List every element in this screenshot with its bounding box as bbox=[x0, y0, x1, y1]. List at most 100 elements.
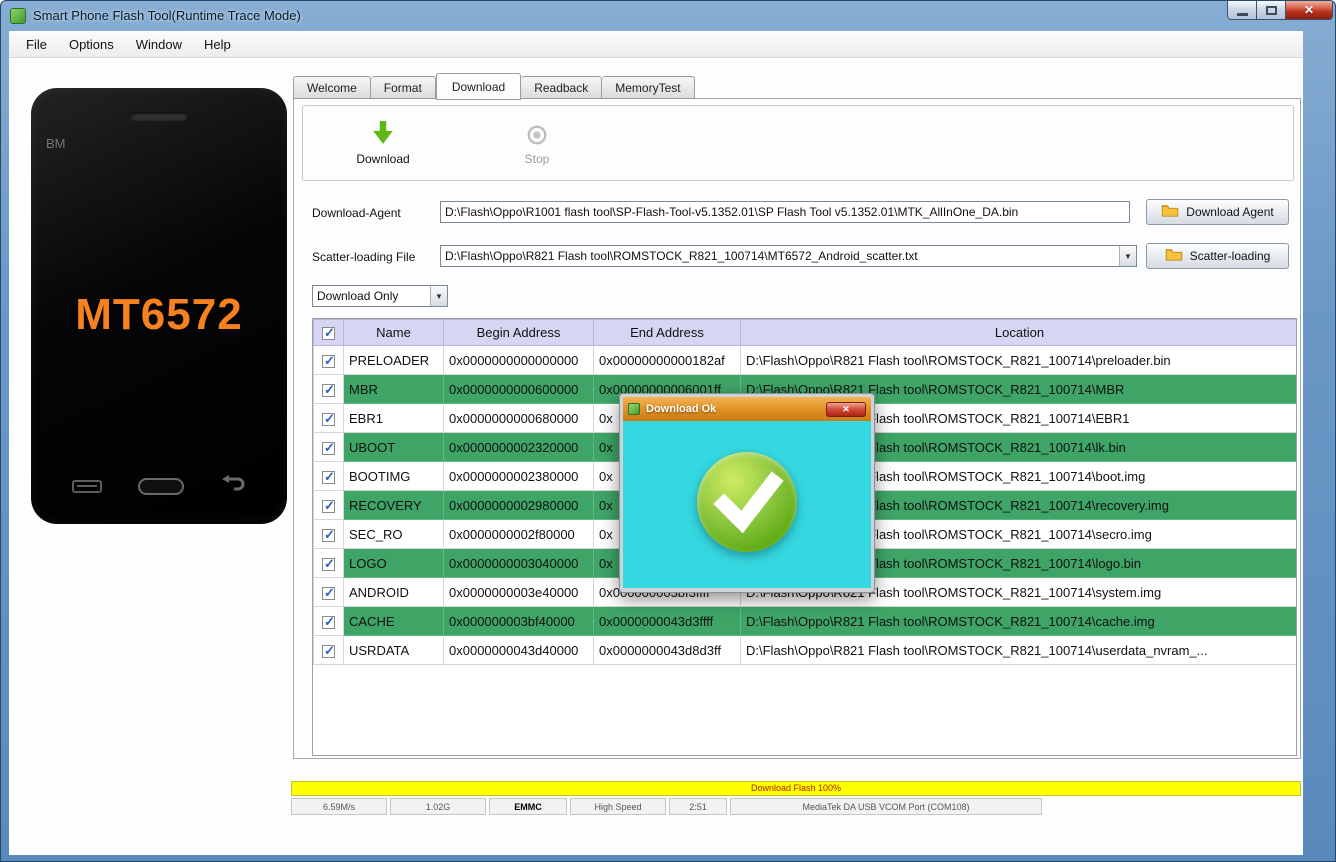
row-checkbox[interactable] bbox=[322, 440, 335, 456]
row-checkbox[interactable] bbox=[322, 585, 335, 601]
column-header-begin-address[interactable]: Begin Address bbox=[443, 319, 594, 346]
row-checkbox-cell[interactable] bbox=[313, 374, 344, 404]
row-begin-address: 0x0000000003040000 bbox=[443, 548, 594, 578]
titlebar[interactable]: Smart Phone Flash Tool(Runtime Trace Mod… bbox=[1, 1, 1335, 31]
download-agent-button-label: Download Agent bbox=[1186, 205, 1274, 219]
row-checkbox-cell[interactable] bbox=[313, 403, 344, 433]
minimize-icon bbox=[1236, 12, 1248, 16]
table-row[interactable]: CACHE0x000000003bf400000x0000000043d3fff… bbox=[313, 606, 1296, 636]
row-name: EBR1 bbox=[343, 403, 444, 433]
scatter-loading-button[interactable]: Scatter-loading bbox=[1146, 243, 1289, 269]
download-icon bbox=[341, 117, 425, 147]
row-checkbox[interactable] bbox=[322, 353, 335, 369]
row-checkbox-cell[interactable] bbox=[313, 490, 344, 520]
row-checkbox[interactable] bbox=[322, 382, 335, 398]
row-begin-address: 0x0000000002980000 bbox=[443, 490, 594, 520]
toolbar-group: Download Stop bbox=[302, 105, 1294, 181]
status-port: MediaTek DA USB VCOM Port (COM108) bbox=[730, 798, 1042, 815]
row-name: RECOVERY bbox=[343, 490, 444, 520]
row-checkbox-cell[interactable] bbox=[313, 635, 344, 665]
minimize-button[interactable] bbox=[1227, 1, 1257, 20]
tab-readback[interactable]: Readback bbox=[521, 76, 603, 99]
row-begin-address: 0x0000000000000000 bbox=[443, 345, 594, 375]
scatter-file-combobox[interactable]: D:\Flash\Oppo\R821 Flash tool\ROMSTOCK_R… bbox=[440, 245, 1137, 267]
row-name: PRELOADER bbox=[343, 345, 444, 375]
status-usb-speed: High Speed bbox=[570, 798, 666, 815]
row-begin-address: 0x0000000000600000 bbox=[443, 374, 594, 404]
close-button[interactable]: ✕ bbox=[1286, 1, 1333, 20]
dialog-body bbox=[623, 421, 871, 588]
row-checkbox[interactable] bbox=[322, 469, 335, 485]
table-row[interactable]: PRELOADER0x00000000000000000x00000000000… bbox=[313, 345, 1296, 375]
row-location: D:\Flash\Oppo\R821 Flash tool\ROMSTOCK_R… bbox=[740, 606, 1296, 636]
tab-download[interactable]: Download bbox=[435, 73, 522, 100]
row-location: D:\Flash\Oppo\R821 Flash tool\ROMSTOCK_R… bbox=[740, 635, 1296, 665]
row-checkbox-cell[interactable] bbox=[313, 461, 344, 491]
column-header-name[interactable]: Name bbox=[343, 319, 444, 346]
dialog-close-button[interactable]: ✕ bbox=[826, 401, 866, 417]
download-agent-button[interactable]: Download Agent bbox=[1146, 199, 1289, 225]
chevron-down-icon[interactable]: ▼ bbox=[1119, 246, 1136, 266]
check-icon bbox=[713, 471, 784, 534]
phone-menu-icon bbox=[72, 479, 102, 493]
select-all-checkbox-cell[interactable] bbox=[313, 319, 344, 346]
row-checkbox-cell[interactable] bbox=[313, 548, 344, 578]
row-checkbox[interactable] bbox=[322, 643, 335, 659]
row-checkbox[interactable] bbox=[322, 556, 335, 572]
row-checkbox-cell[interactable] bbox=[313, 519, 344, 549]
app-icon bbox=[10, 8, 26, 24]
row-begin-address: 0x0000000002320000 bbox=[443, 432, 594, 462]
row-checkbox[interactable] bbox=[322, 411, 335, 427]
row-begin-address: 0x0000000043d40000 bbox=[443, 635, 594, 665]
tab-welcome[interactable]: Welcome bbox=[293, 76, 371, 99]
menu-file[interactable]: File bbox=[15, 33, 58, 56]
chevron-down-icon[interactable]: ▼ bbox=[430, 286, 447, 306]
stop-icon bbox=[495, 117, 579, 147]
column-header-end-address[interactable]: End Address bbox=[593, 319, 741, 346]
download-agent-input[interactable] bbox=[440, 201, 1130, 223]
menu-options[interactable]: Options bbox=[58, 33, 125, 56]
client-area: BM MT6572 Welcome Format Download Readba… bbox=[9, 58, 1303, 855]
download-agent-label: Download-Agent bbox=[312, 206, 401, 220]
row-name: UBOOT bbox=[343, 432, 444, 462]
table-row[interactable]: USRDATA0x0000000043d400000x0000000043d8d… bbox=[313, 635, 1296, 665]
scatter-loading-button-label: Scatter-loading bbox=[1189, 249, 1271, 263]
phone-nav-buttons bbox=[31, 474, 287, 496]
select-all-checkbox[interactable] bbox=[322, 325, 335, 341]
phone-model-label: MT6572 bbox=[75, 290, 243, 339]
download-button[interactable]: Download bbox=[341, 117, 425, 166]
row-checkbox-cell[interactable] bbox=[313, 432, 344, 462]
menu-help[interactable]: Help bbox=[193, 33, 242, 56]
row-checkbox[interactable] bbox=[322, 498, 335, 514]
row-begin-address: 0x0000000000680000 bbox=[443, 403, 594, 433]
row-checkbox[interactable] bbox=[322, 527, 335, 543]
stop-button-label: Stop bbox=[524, 152, 550, 166]
folder-icon bbox=[1165, 248, 1183, 264]
window-controls: ✕ bbox=[1227, 1, 1333, 20]
table-header-row: Name Begin Address End Address Location bbox=[313, 319, 1296, 346]
row-location: D:\Flash\Oppo\R821 Flash tool\ROMSTOCK_R… bbox=[740, 345, 1296, 375]
row-begin-address: 0x000000003bf40000 bbox=[443, 606, 594, 636]
dialog-titlebar[interactable]: Download Ok ✕ bbox=[623, 397, 871, 421]
row-checkbox-cell[interactable] bbox=[313, 606, 344, 636]
folder-icon bbox=[1161, 204, 1179, 220]
row-checkbox-cell[interactable] bbox=[313, 345, 344, 375]
column-header-location[interactable]: Location bbox=[740, 319, 1296, 346]
success-check-badge bbox=[697, 452, 797, 552]
progress-bar: Download Flash 100% bbox=[291, 781, 1301, 796]
row-begin-address: 0x0000000002f80000 bbox=[443, 519, 594, 549]
tab-format[interactable]: Format bbox=[370, 76, 436, 99]
menu-window[interactable]: Window bbox=[125, 33, 193, 56]
phone-home-icon bbox=[138, 477, 184, 495]
status-elapsed-time: 2:51 bbox=[669, 798, 727, 815]
app-window: Smart Phone Flash Tool(Runtime Trace Mod… bbox=[0, 0, 1336, 862]
row-checkbox[interactable] bbox=[322, 614, 335, 630]
download-button-label: Download bbox=[356, 152, 410, 166]
row-checkbox-cell[interactable] bbox=[313, 577, 344, 607]
stop-button[interactable]: Stop bbox=[495, 117, 579, 166]
status-size: 1.02G bbox=[390, 798, 486, 815]
tab-memorytest[interactable]: MemoryTest bbox=[602, 76, 695, 99]
download-mode-combobox[interactable]: Download Only ▼ bbox=[312, 285, 448, 307]
tab-bar: Welcome Format Download Readback MemoryT… bbox=[293, 73, 695, 100]
maximize-button[interactable] bbox=[1257, 1, 1286, 20]
